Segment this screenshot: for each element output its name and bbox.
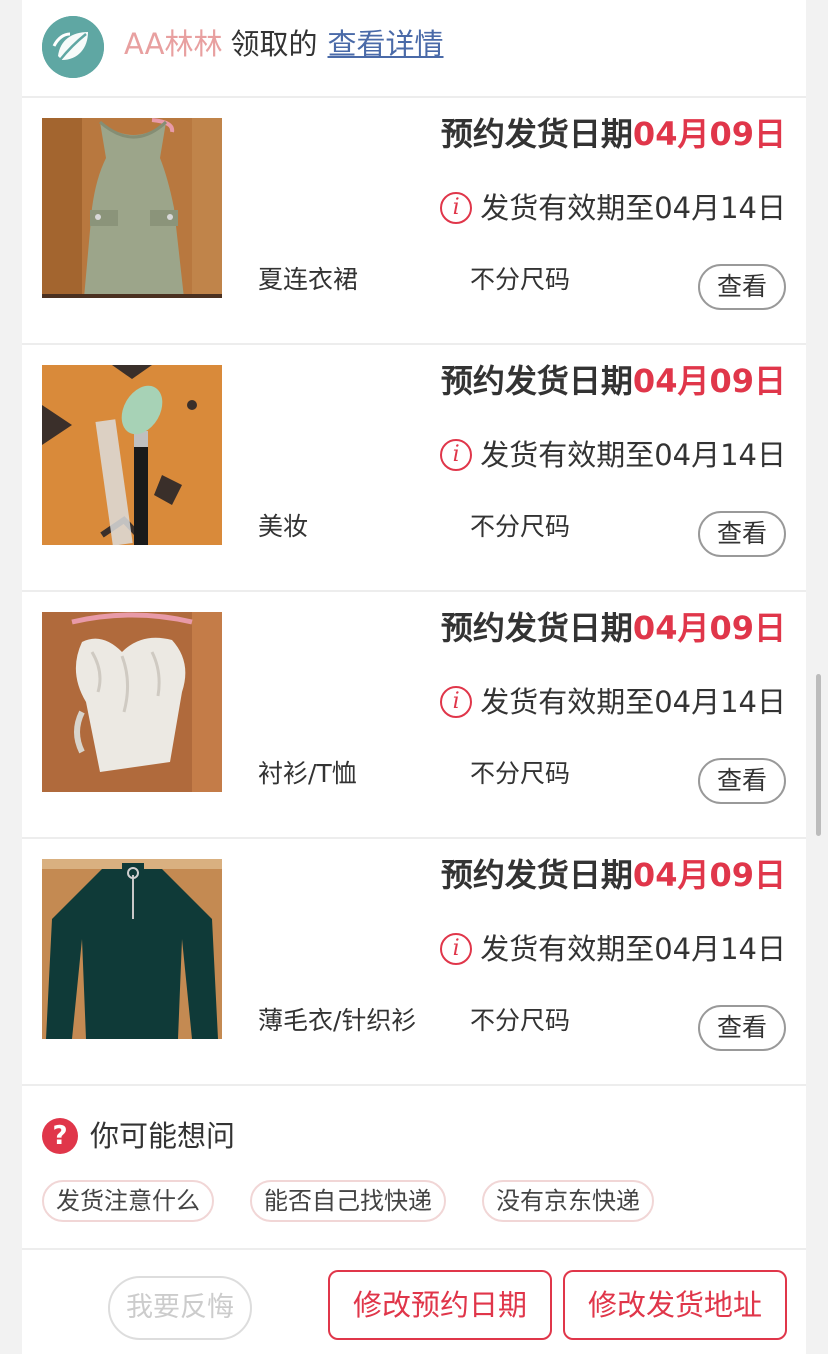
item-size: 不分尺码 [470, 759, 571, 788]
question-icon: ? [42, 1118, 78, 1154]
change-address-button[interactable]: 修改发货地址 [563, 1270, 787, 1340]
product-image [42, 365, 222, 545]
header-action: 领取的 [230, 27, 318, 61]
ship-date-label: 预约发货日期 [440, 115, 633, 153]
product-image [42, 118, 222, 298]
ship-date-value: 04月09日 [632, 609, 786, 647]
view-button[interactable]: 查看 [698, 758, 786, 804]
scrollbar[interactable] [816, 674, 821, 836]
info-icon: i [440, 933, 473, 965]
faq-chip[interactable]: 没有京东快递 [482, 1180, 654, 1222]
change-date-button[interactable]: 修改预约日期 [328, 1270, 552, 1340]
ship-date: 预约发货日期04月09日 [441, 112, 786, 156]
ship-date: 预约发货日期04月09日 [441, 359, 786, 403]
info-icon: i [440, 439, 473, 471]
order-card: AA林林 领取的 查看详情 预约发货日期04月09日 i 发货有效期至04月14日 夏… [22, 0, 806, 1354]
item-size: 不分尺码 [470, 265, 571, 294]
ship-date-label: 预约发货日期 [440, 856, 633, 894]
leaf-logo-icon [42, 16, 104, 78]
list-item: 预约发货日期04月09日 i 发货有效期至04月14日 衬衫/T恤 不分尺码 查看 [22, 592, 806, 839]
ship-date: 预约发货日期04月09日 [441, 606, 786, 650]
view-button[interactable]: 查看 [698, 1005, 786, 1051]
regret-button[interactable]: 我要反悔 [108, 1276, 252, 1340]
list-item: 预约发货日期04月09日 i 发货有效期至04月14日 薄毛衣/针织衫 不分尺码 … [22, 839, 806, 1086]
faq-chip[interactable]: 发货注意什么 [42, 1180, 214, 1222]
faq-section: ? 你可能想问 发货注意什么 能否自己找快递 没有京东快递 [22, 1086, 806, 1250]
list-item: 预约发货日期04月09日 i 发货有效期至04月14日 夏连衣裙 不分尺码 查看 [22, 98, 806, 345]
list-item: 预约发货日期04月09日 i 发货有效期至04月14日 美妆 不分尺码 查看 [22, 345, 806, 592]
product-image [42, 612, 222, 792]
faq-title: 你可能想问 [90, 1119, 236, 1153]
header-text: AA林林 领取的 查看详情 [124, 24, 444, 64]
valid-until: i 发货有效期至04月14日 [440, 929, 786, 969]
view-details-link[interactable]: 查看详情 [328, 27, 444, 61]
item-size: 不分尺码 [470, 512, 571, 541]
footer-actions: 我要反悔 修改预约日期 修改发货地址 [22, 1250, 806, 1354]
valid-until-text: 发货有效期至04月14日 [480, 438, 786, 472]
faq-chip[interactable]: 能否自己找快递 [250, 1180, 446, 1222]
view-button[interactable]: 查看 [698, 264, 786, 310]
valid-until: i 发货有效期至04月14日 [440, 435, 786, 475]
header: AA林林 领取的 查看详情 [22, 0, 806, 98]
item-category: 薄毛衣/针织衫 [258, 1006, 417, 1035]
valid-until-text: 发货有效期至04月14日 [480, 191, 786, 225]
ship-date-label: 预约发货日期 [440, 609, 633, 647]
item-size: 不分尺码 [470, 1006, 571, 1035]
ship-date-label: 预约发货日期 [440, 362, 633, 400]
valid-until-text: 发货有效期至04月14日 [480, 685, 786, 719]
ship-date-value: 04月09日 [632, 115, 786, 153]
info-icon: i [440, 192, 473, 224]
ship-date: 预约发货日期04月09日 [441, 853, 786, 897]
item-category: 美妆 [258, 512, 309, 541]
product-image [42, 859, 222, 1039]
valid-until: i 发货有效期至04月14日 [440, 682, 786, 722]
item-category: 衬衫/T恤 [258, 759, 357, 788]
user-name: AA林林 [124, 27, 223, 61]
info-icon: i [440, 686, 473, 718]
item-category: 夏连衣裙 [258, 265, 359, 294]
view-button[interactable]: 查看 [698, 511, 786, 557]
valid-until: i 发货有效期至04月14日 [440, 188, 786, 228]
ship-date-value: 04月09日 [632, 362, 786, 400]
valid-until-text: 发货有效期至04月14日 [480, 932, 786, 966]
ship-date-value: 04月09日 [632, 856, 786, 894]
